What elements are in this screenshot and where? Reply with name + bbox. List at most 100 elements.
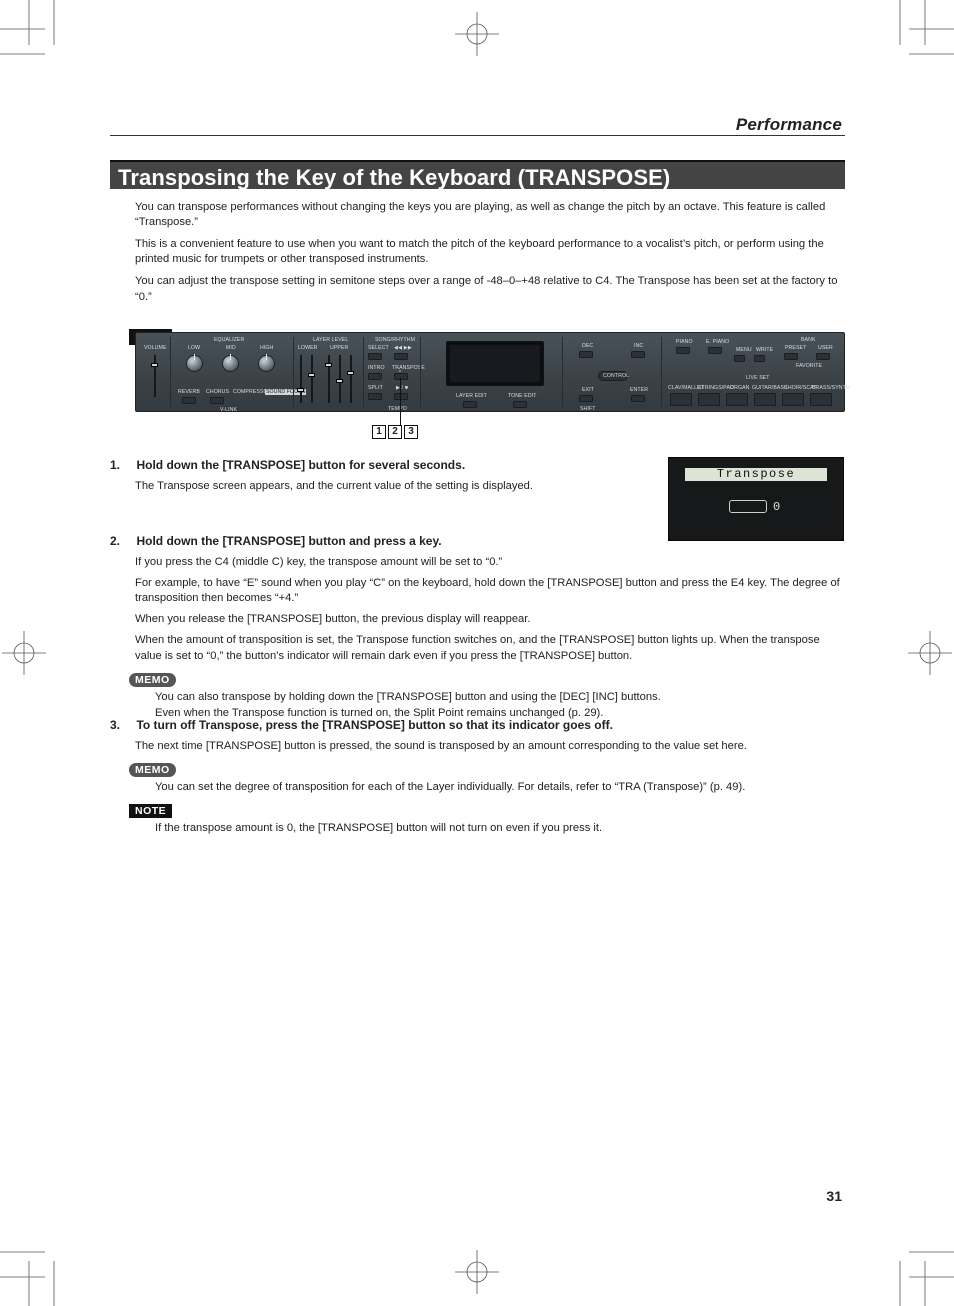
panel-label-ls6: BRASS/SYNTH [812, 385, 850, 391]
step-3-note-p1: If the transpose amount is 0, the [TRANS… [155, 822, 845, 834]
panel-label-lower-edit: LAYER EDIT [456, 393, 487, 399]
eq-low-knob [186, 355, 203, 372]
panel-label-tempo: TEMPO [388, 406, 407, 412]
panel-label-split: SPLIT [368, 385, 383, 391]
panel-label-ls4: GUITAR/BASS [752, 385, 788, 391]
intro-p2: This is a convenient feature to use when… [135, 237, 845, 267]
section-title: Transposing the Key of the Keyboard (TRA… [110, 162, 845, 191]
user-button [816, 353, 830, 360]
memo-tag-2: MEMO [129, 763, 176, 777]
panel-label-dec: DEC [582, 343, 593, 349]
section-title-bar: Transposing the Key of the Keyboard (TRA… [110, 160, 845, 189]
panel-label-control: CONTROL [603, 373, 629, 379]
intro-button [368, 373, 382, 380]
step-3-p1: The next time [TRANSPOSE] button is pres… [135, 739, 845, 754]
panel-label-exit: EXIT [582, 387, 594, 393]
crop-mark-bl [0, 1246, 60, 1306]
crop-mark-tr [894, 0, 954, 60]
page: Performance Transposing the Key of the K… [0, 0, 954, 1306]
layer-thumb-1 [297, 388, 304, 392]
intro-p3: You can adjust the transpose setting in … [135, 274, 845, 304]
header-rule [110, 135, 845, 136]
layer-slider-u3 [350, 355, 352, 403]
panel-label-inc: INC [634, 343, 643, 349]
step-3-head: To turn off Transpose, press the [TRANSP… [136, 718, 836, 732]
panel-label-layer-level: LAYER LEVEL [313, 337, 348, 343]
note-tag-2: NOTE [129, 804, 172, 818]
panel-label-low: LOW [188, 345, 200, 351]
panel-label-volume: VOLUME [144, 345, 167, 351]
panel-label-song-rhythm: SONG/RHYTHM [375, 337, 415, 343]
panel-label-high: HIGH [260, 345, 273, 351]
panel-label-menu: MENU [736, 347, 752, 353]
layer-slider-l1 [300, 355, 302, 403]
step-3-num: 3. [110, 718, 132, 732]
callout-box-1: 1 [372, 425, 386, 439]
write-button [754, 355, 765, 362]
panel-label-user: USER [818, 345, 833, 351]
crop-mark-tl [0, 0, 60, 60]
exit-button [579, 395, 593, 402]
panel-label-ls2: STRINGS/PAD [698, 385, 734, 391]
transpose-led [399, 370, 401, 372]
callout-line-transpose [400, 378, 401, 425]
play-button [394, 393, 408, 400]
ls1-button [670, 393, 692, 406]
registration-mark-bottom [455, 1250, 499, 1294]
panel-label-bank: BANK [801, 337, 816, 343]
panel-label-intro: INTRO [368, 365, 385, 371]
panel-label-preset: PRESET [785, 345, 806, 351]
panel-display [446, 341, 544, 386]
step-2-p3: When you release the [TRANSPOSE] button,… [135, 612, 845, 627]
panel-label-equalizer: EQUALIZER [214, 337, 244, 343]
intro-p1: You can transpose performances without c… [135, 200, 845, 230]
step-1-p1: The Transpose screen appears, and the cu… [135, 479, 655, 494]
panel-label-shift: SHIFT [580, 406, 596, 412]
layer-thumb-4 [336, 379, 343, 383]
registration-mark-right [908, 631, 952, 675]
panel-label-reverb: REVERB [178, 389, 200, 395]
tone-edit-button [513, 401, 527, 408]
step-1-head: Hold down the [TRANSPOSE] button for sev… [136, 458, 656, 472]
step-2-p4: When the amount of transposition is set,… [135, 633, 845, 663]
piano-button [676, 347, 690, 354]
step-2-num: 2. [110, 534, 132, 548]
memo-tag-1: MEMO [129, 673, 176, 687]
panel-label-select: SELECT [368, 345, 389, 351]
instrument-panel: VOLUME EQUALIZER LOW MID HIGH REVERB CHO… [135, 332, 845, 412]
layer-thumb-5 [347, 371, 354, 375]
volume-slider [154, 355, 156, 397]
step-2-memo-p2: Even when the Transpose function is turn… [155, 707, 845, 719]
crop-mark-br [894, 1246, 954, 1306]
step-1: 1. Hold down the [TRANSPOSE] button for … [110, 458, 845, 503]
panel-label-liveset: LIVE SET [746, 375, 770, 381]
dec-button [579, 351, 593, 358]
enter-button [631, 395, 645, 402]
layer-thumb-3 [325, 363, 332, 367]
split-button [368, 393, 382, 400]
panel-label-ls3: ORGAN [730, 385, 750, 391]
panel-label-upper: UPPER [330, 345, 348, 351]
panel-label-tone-edit: TONE EDIT [508, 393, 536, 399]
step-2: 2. Hold down the [TRANSPOSE] button and … [110, 534, 845, 728]
fwd-button [394, 353, 408, 360]
ls3-button [726, 393, 748, 406]
preset-button [784, 353, 798, 360]
panel-label-bwdfwd: ◀◀ ▶▶ [394, 345, 412, 351]
lower-edit-button [463, 401, 477, 408]
reverb-button [182, 397, 196, 404]
registration-mark-top [455, 12, 499, 56]
callout-box-2: 2 [388, 425, 402, 439]
step-2-head: Hold down the [TRANSPOSE] button and pre… [136, 534, 836, 548]
panel-label-favorite: FAVORITE [796, 363, 822, 369]
panel-label-piano: PIANO [676, 339, 693, 345]
panel-label-mid: MID [226, 345, 236, 351]
panel-label-write: WRITE [756, 347, 773, 353]
panel-label-chorus: CHORUS [206, 389, 229, 395]
registration-mark-left [2, 631, 46, 675]
inc-button [631, 351, 645, 358]
step-2-memo-p1: You can also transpose by holding down t… [155, 691, 845, 703]
chorus-button [210, 397, 224, 404]
step-2-p2: For example, to have “E” sound when you … [135, 576, 845, 606]
select-button [368, 353, 382, 360]
